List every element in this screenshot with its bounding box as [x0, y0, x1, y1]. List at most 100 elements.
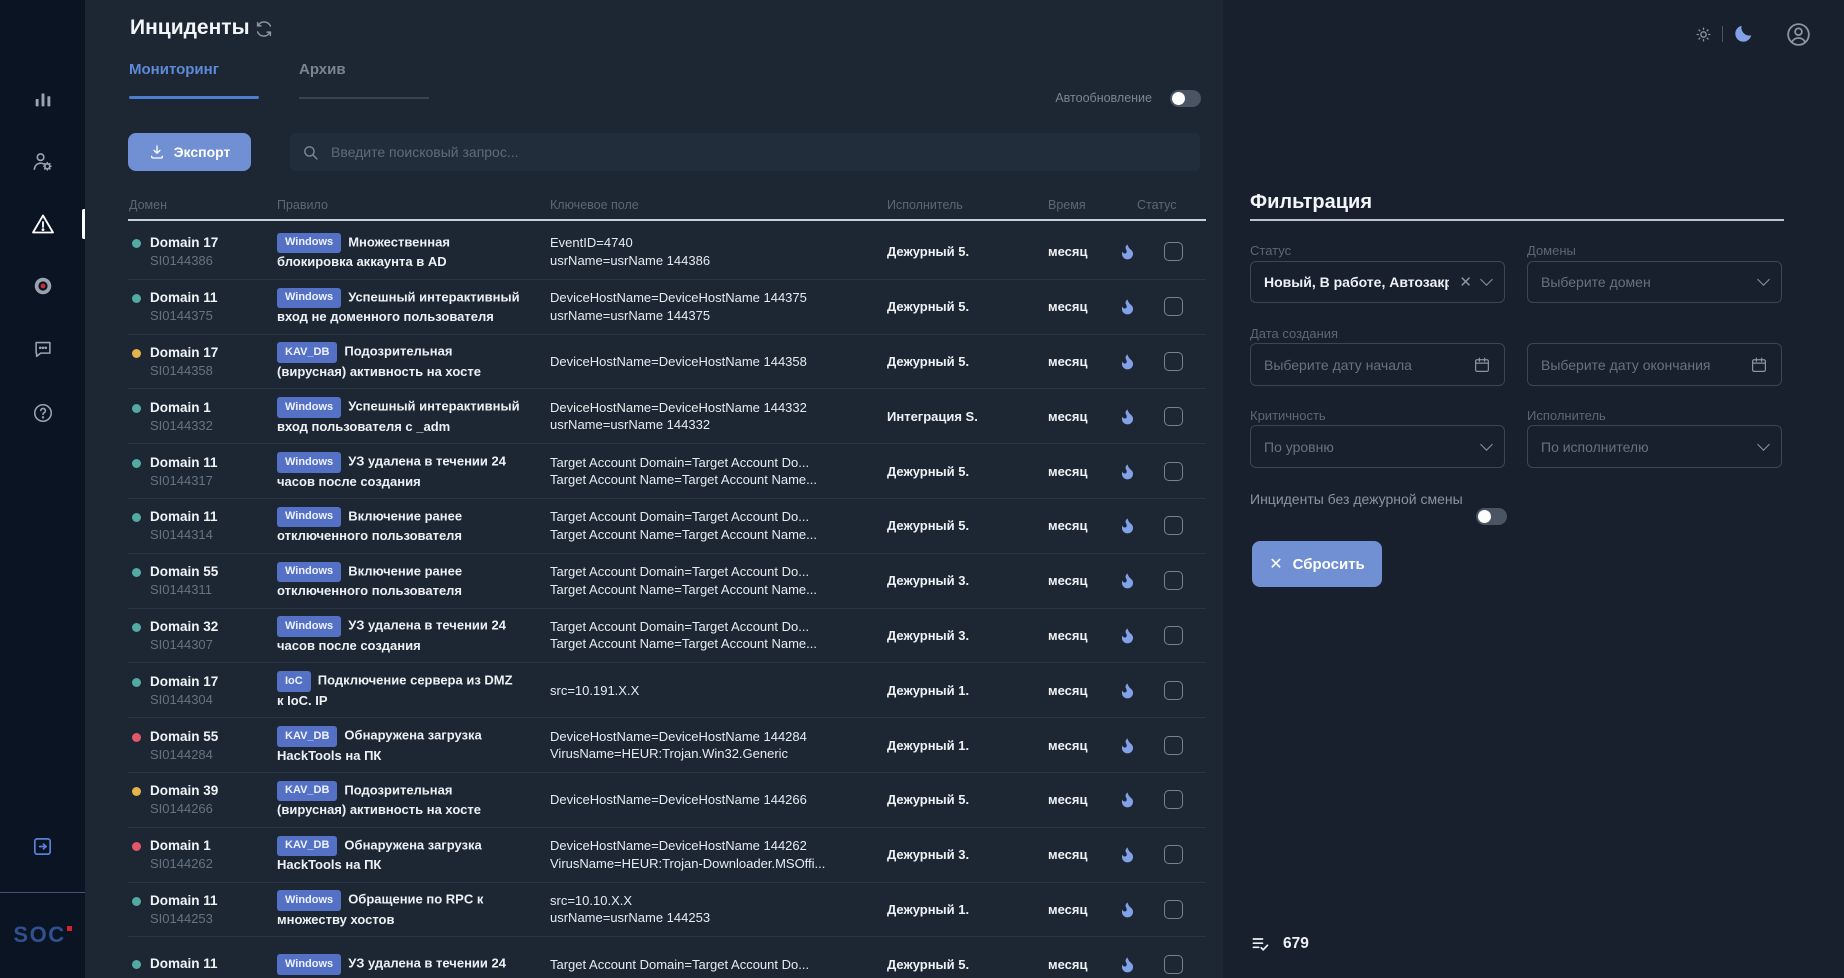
sidebar-active-indicator — [82, 209, 85, 239]
table-row[interactable]: Domain 11 WindowsУЗ удалена в течении 24… — [128, 937, 1206, 978]
no-shift-toggle[interactable] — [1476, 508, 1507, 525]
table-row[interactable]: Domain 11 SI0144375 WindowsУспешный инте… — [128, 280, 1206, 335]
table-row[interactable]: Domain 11 SI0144314 WindowsВключение ран… — [128, 499, 1206, 554]
refresh-button[interactable] — [255, 20, 273, 38]
profile-button[interactable] — [1785, 21, 1812, 48]
sidebar-item-help[interactable] — [0, 402, 85, 424]
time: месяц — [1048, 464, 1118, 479]
key-field-line: Target Account Domain=Target Account Do.… — [550, 454, 867, 472]
key-field-line: usrName=usrName 144375 — [550, 307, 867, 325]
status-cell — [1118, 790, 1206, 809]
col-header-domain[interactable]: Домен — [129, 198, 167, 212]
table-row[interactable]: Domain 1 SI0144332 WindowsУспешный интер… — [128, 389, 1206, 444]
criticality-filter-select[interactable]: По уровню — [1250, 425, 1505, 468]
row-checkbox[interactable] — [1164, 845, 1183, 864]
chevron-down-icon — [1757, 273, 1770, 286]
time: месяц — [1048, 244, 1118, 259]
row-checkbox[interactable] — [1164, 297, 1183, 316]
sidebar-item-users[interactable] — [0, 150, 85, 173]
table-row[interactable]: Domain 17 SI0144304 IoCПодключение серве… — [128, 663, 1206, 718]
table-row[interactable]: Domain 17 SI0144358 KAV_DBПодозрительная… — [128, 335, 1206, 390]
time: месяц — [1048, 683, 1118, 698]
row-checkbox[interactable] — [1164, 516, 1183, 535]
rule-cell: KAV_DBОбнаружена загрузка HackTools на П… — [277, 726, 550, 764]
light-theme-button[interactable] — [1694, 25, 1713, 44]
row-checkbox[interactable] — [1164, 352, 1183, 371]
clear-icon[interactable]: ✕ — [1459, 273, 1472, 291]
sidebar-item-incidents[interactable] — [0, 212, 85, 236]
domain-name: Domain 39 — [150, 782, 218, 800]
flame-icon — [1118, 955, 1137, 974]
date-end-input[interactable]: Выберите дату окончания — [1527, 343, 1782, 386]
row-checkbox[interactable] — [1164, 955, 1183, 974]
autorefresh-toggle[interactable] — [1170, 90, 1201, 107]
sidebar-item-messages[interactable] — [0, 338, 85, 360]
export-button[interactable]: Экспорт — [128, 133, 251, 171]
severity-dot — [132, 513, 141, 522]
col-header-rule[interactable]: Правило — [277, 198, 328, 212]
source-badge: Windows — [277, 288, 341, 309]
download-icon — [149, 144, 165, 160]
severity-dot — [132, 404, 141, 413]
tab-monitoring-underline — [129, 96, 259, 99]
status-cell — [1118, 681, 1206, 700]
table-row[interactable]: Domain 55 SI0144284 KAV_DBОбнаружена заг… — [128, 718, 1206, 773]
severity-dot — [132, 459, 141, 468]
criticality-filter-label: Критичность — [1250, 408, 1326, 423]
row-checkbox[interactable] — [1164, 900, 1183, 919]
sidebar-item-monitoring[interactable] — [0, 275, 85, 297]
key-field-line: usrName=usrName 144332 — [550, 416, 867, 434]
table-row[interactable]: Domain 1 SI0144262 KAV_DBОбнаружена загр… — [128, 828, 1206, 883]
sidebar-item-dashboard[interactable] — [0, 88, 85, 110]
domain-cell: Domain 1 SI0144262 — [128, 837, 277, 872]
table-row[interactable]: Domain 39 SI0144266 KAV_DBПодозрительная… — [128, 773, 1206, 828]
row-checkbox[interactable] — [1164, 571, 1183, 590]
table-row[interactable]: Domain 55 SI0144311 WindowsВключение ран… — [128, 554, 1206, 609]
domain-name: Domain 17 — [150, 673, 218, 691]
dark-theme-button[interactable] — [1733, 23, 1754, 44]
row-checkbox[interactable] — [1164, 736, 1183, 755]
reset-filters-button[interactable]: ✕ Сбросить — [1252, 541, 1382, 587]
key-field-cell: Target Account Domain=Target Account Do.… — [550, 956, 887, 974]
status-cell — [1118, 626, 1206, 645]
table-row[interactable]: Domain 32 SI0144307 WindowsУЗ удалена в … — [128, 609, 1206, 664]
domain-cell: Domain 11 SI0144314 — [128, 508, 277, 543]
chevron-down-icon — [1480, 438, 1493, 451]
domain-cell: Domain 11 SI0144253 — [128, 892, 277, 927]
row-checkbox[interactable] — [1164, 462, 1183, 481]
incident-id: SI0144311 — [150, 581, 218, 598]
table-row[interactable]: Domain 11 SI0144253 WindowsОбращение по … — [128, 883, 1206, 938]
assignee: Дежурный 5. — [887, 354, 1048, 369]
row-checkbox[interactable] — [1164, 626, 1183, 645]
key-field-line: DeviceHostName=DeviceHostName 144358 — [550, 353, 867, 371]
flame-icon — [1118, 242, 1137, 261]
rule-cell: KAV_DBОбнаружена загрузка HackTools на П… — [277, 836, 550, 874]
key-field-line: DeviceHostName=DeviceHostName 144332 — [550, 399, 867, 417]
key-field-line: DeviceHostName=DeviceHostName 144262 — [550, 837, 867, 855]
export-label: Экспорт — [174, 144, 231, 160]
row-checkbox[interactable] — [1164, 242, 1183, 261]
time: месяц — [1048, 792, 1118, 807]
domains-filter-select[interactable]: Выберите домен — [1527, 261, 1782, 303]
assignee-filter-select[interactable]: По исполнителю — [1527, 425, 1782, 468]
source-badge: KAV_DB — [277, 836, 337, 857]
page-title: Инциденты — [130, 16, 250, 40]
domain-cell: Domain 32 SI0144307 — [128, 618, 277, 653]
sidebar-item-logout[interactable] — [0, 835, 85, 858]
search-input[interactable] — [329, 143, 1188, 161]
col-header-keyfield[interactable]: Ключевое поле — [550, 198, 639, 212]
col-header-status[interactable]: Статус — [1137, 198, 1177, 212]
col-header-time[interactable]: Время — [1048, 198, 1086, 212]
status-filter-select[interactable]: Новый, В работе, Автозакр... ✕ — [1250, 261, 1505, 303]
row-checkbox[interactable] — [1164, 681, 1183, 700]
tab-monitoring[interactable]: Мониторинг — [129, 61, 219, 78]
table-row[interactable]: Domain 17 SI0144386 WindowsМножественная… — [128, 225, 1206, 280]
list-check-icon — [1250, 934, 1270, 954]
row-checkbox[interactable] — [1164, 407, 1183, 426]
table-row[interactable]: Domain 11 SI0144317 WindowsУЗ удалена в … — [128, 444, 1206, 499]
date-start-input[interactable]: Выберите дату начала — [1250, 343, 1505, 386]
source-badge: Windows — [277, 452, 341, 473]
tab-archive[interactable]: Архив — [299, 61, 346, 78]
col-header-assignee[interactable]: Исполнитель — [887, 198, 963, 212]
row-checkbox[interactable] — [1164, 790, 1183, 809]
